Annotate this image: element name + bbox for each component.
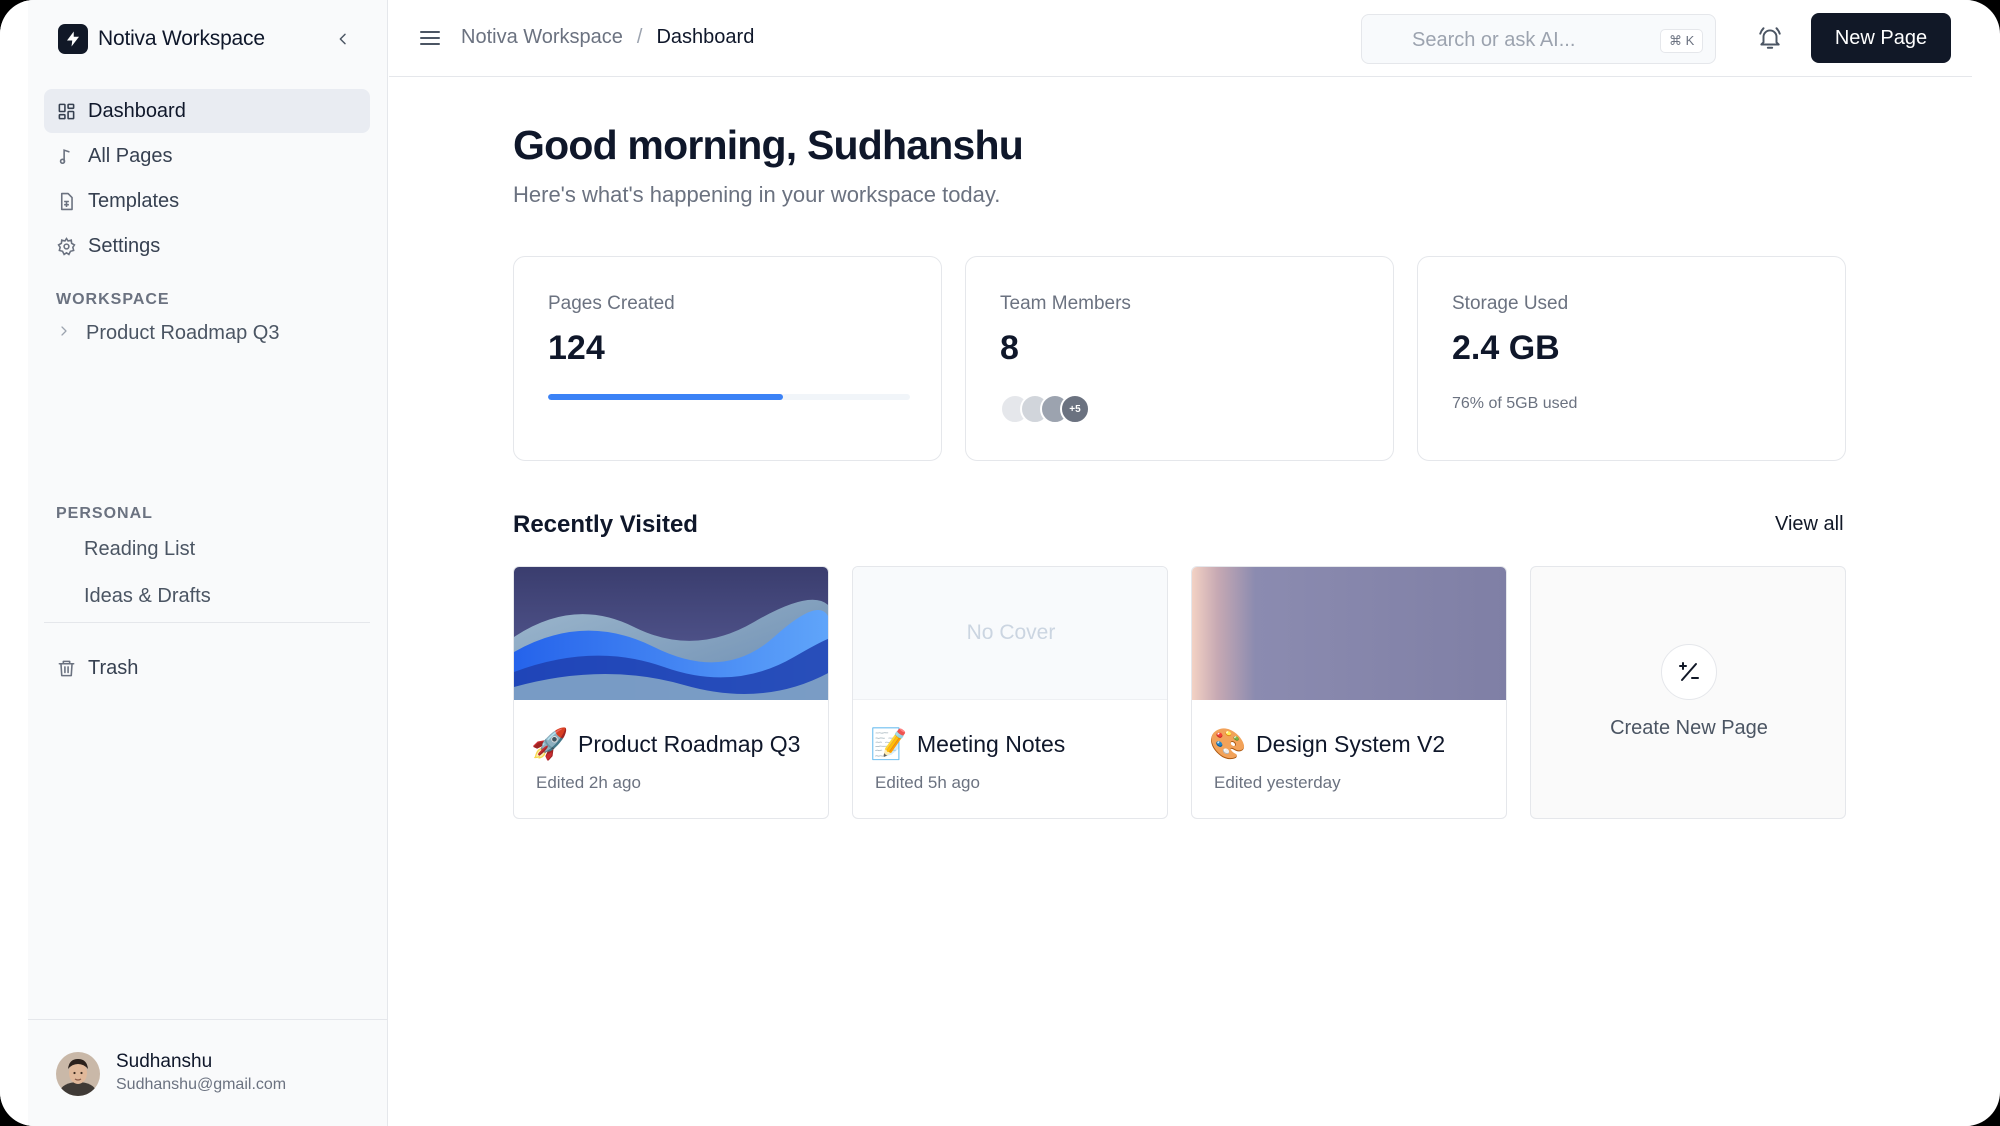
workspace-item-product-roadmap[interactable]: Product Roadmap Q3 [58, 318, 279, 348]
trash-icon [56, 658, 76, 678]
nav-label: All Pages [88, 144, 173, 167]
stat-card-pages: Pages Created 124 [513, 256, 942, 461]
stat-value: 2.4 GB [1452, 329, 1560, 367]
card-meta: Edited 5h ago [875, 773, 980, 792]
hamburger-icon [420, 31, 440, 45]
stat-label: Team Members [1000, 293, 1131, 314]
nav-trash[interactable]: Trash [44, 646, 370, 690]
page-title: Good morning, Sudhanshu [513, 122, 1024, 168]
breadcrumb: Notiva Workspace / Dashboard [461, 26, 754, 49]
sidebar-divider [44, 622, 370, 623]
app-window: Notiva Workspace Dashboard All Pages Tem… [0, 0, 2000, 1126]
team-avatar-stack[interactable]: +5 [1000, 394, 1090, 424]
window-edge [0, 0, 28, 1126]
card-cover-image [514, 567, 828, 700]
new-page-button[interactable]: New Page [1811, 13, 1951, 63]
nav-label: Trash [88, 656, 139, 679]
view-all-link[interactable]: View all [1775, 513, 1844, 536]
shortcut-badge: ⌘ K [1660, 29, 1704, 53]
pages-icon [56, 146, 76, 166]
card-title: 🎨 Design System V2 [1208, 724, 1445, 764]
create-new-page-card[interactable]: Create New Page [1530, 566, 1846, 819]
create-new-page-label: Create New Page [1610, 717, 1768, 739]
personal-item-reading-list[interactable]: Reading List [84, 538, 195, 561]
personal-section-label: PERSONAL [56, 505, 153, 522]
stat-label: Pages Created [548, 293, 675, 314]
personal-item-ideas-drafts[interactable]: Ideas & Drafts [84, 585, 211, 608]
stat-label: Storage Used [1452, 293, 1569, 314]
topbar: Notiva Workspace / Dashboard ⌘ K New Pag… [389, 0, 1972, 77]
card-title: 🚀 Product Roadmap Q3 [530, 724, 800, 764]
recent-section-title: Recently Visited [513, 511, 698, 538]
breadcrumb-current: Dashboard [656, 26, 755, 48]
app-name: Notiva Workspace [98, 27, 265, 50]
palette-icon: 🎨 [1209, 727, 1247, 761]
search-input[interactable] [1412, 27, 1632, 53]
stat-value: 124 [548, 329, 605, 367]
bell-icon [1759, 27, 1781, 49]
sidebar: Notiva Workspace Dashboard All Pages Tem… [28, 0, 388, 1126]
memo-icon: 📝 [870, 727, 908, 761]
dashboard-icon [56, 101, 76, 121]
progress-fill [548, 394, 784, 400]
recent-card-meeting-notes[interactable]: No Cover 📝 Meeting Notes Edited 5h ago [852, 566, 1168, 819]
nav-settings[interactable]: Settings [44, 224, 370, 268]
collapse-sidebar-button[interactable] [330, 26, 356, 52]
storage-note: 76% of 5GB used [1452, 395, 1578, 412]
nav-label: Dashboard [88, 99, 186, 122]
stat-card-storage: Storage Used 2.4 GB 76% of 5GB used [1417, 256, 1846, 461]
new-page-icon [1661, 644, 1717, 700]
main-content: Notiva Workspace / Dashboard ⌘ K New Pag… [389, 0, 1972, 1126]
stat-card-team: Team Members 8 +5 [965, 256, 1394, 461]
breadcrumb-separator: / [636, 26, 643, 48]
workspace-item-label: Product Roadmap Q3 [86, 321, 280, 344]
brand[interactable]: Notiva Workspace [58, 24, 265, 54]
bolt-logo-icon [58, 24, 88, 54]
card-title: 📝 Meeting Notes [869, 724, 1065, 764]
nav-dashboard[interactable]: Dashboard [44, 89, 370, 133]
recent-card-design-system[interactable]: 🎨 Design System V2 Edited yesterday [1191, 566, 1507, 819]
gear-icon [56, 236, 76, 256]
rocket-icon: 🚀 [531, 727, 569, 761]
user-profile[interactable]: Sudhanshu Sudhanshu@gmail.com [28, 1019, 388, 1126]
card-cover-empty: No Cover [853, 567, 1167, 700]
pages-progress-bar [548, 394, 910, 400]
page-subtitle: Here's what's happening in your workspac… [513, 182, 1001, 207]
card-title-text: Design System V2 [1256, 730, 1446, 757]
notifications-button[interactable] [1756, 24, 1784, 52]
user-email: Sudhanshu@gmail.com [116, 1076, 287, 1093]
card-title-text: Product Roadmap Q3 [578, 730, 801, 757]
template-icon [56, 191, 76, 211]
card-meta: Edited 2h ago [536, 773, 641, 792]
stat-value: 8 [1000, 329, 1019, 367]
nav-templates[interactable]: Templates [44, 179, 370, 223]
chevron-right-icon[interactable] [58, 324, 70, 342]
workspace-section-label: WORKSPACE [56, 291, 170, 308]
menu-button[interactable] [418, 26, 442, 50]
more-members-badge: +5 [1060, 394, 1090, 424]
card-title-text: Meeting Notes [917, 730, 1066, 757]
card-cover-image [1192, 567, 1506, 700]
card-meta: Edited yesterday [1214, 773, 1341, 792]
breadcrumb-workspace[interactable]: Notiva Workspace [461, 26, 623, 49]
search-box[interactable]: ⌘ K [1361, 14, 1716, 64]
nav-label: Settings [88, 234, 161, 257]
nav-label: Templates [88, 189, 180, 212]
avatar[interactable] [56, 1052, 100, 1096]
recent-card-product-roadmap[interactable]: 🚀 Product Roadmap Q3 Edited 2h ago [513, 566, 829, 819]
nav-all-pages[interactable]: All Pages [44, 134, 370, 178]
user-name: Sudhanshu [116, 1051, 213, 1072]
chevron-left-icon [339, 33, 346, 45]
